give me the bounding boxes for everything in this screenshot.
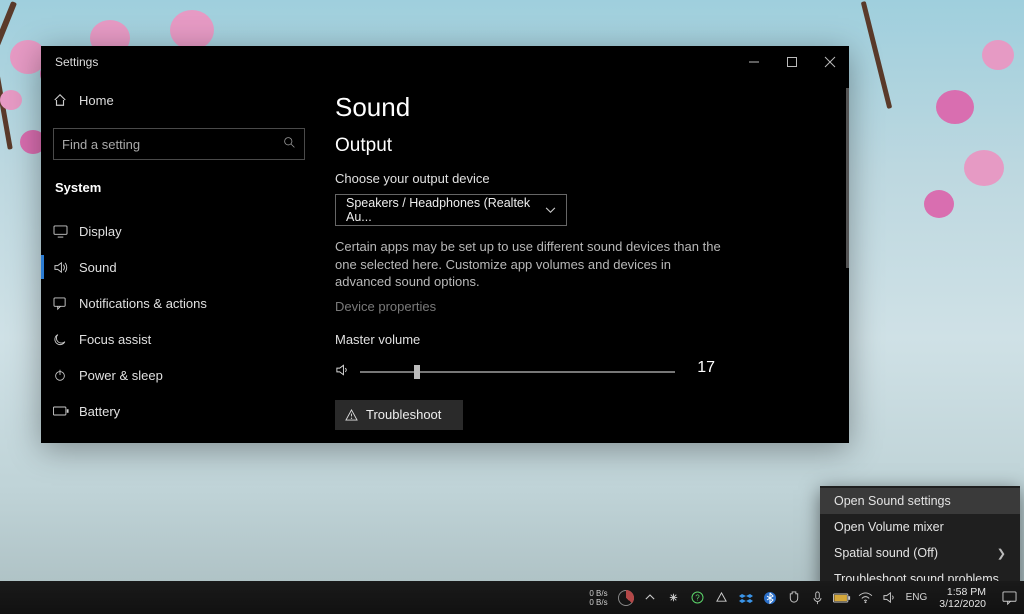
context-item-spatial-sound[interactable]: Spatial sound (Off) ❯ xyxy=(820,540,1020,566)
tray-wifi-icon[interactable] xyxy=(858,590,874,606)
tray-volume-icon[interactable] xyxy=(882,590,898,606)
battery-icon xyxy=(53,406,79,416)
tray-dropbox-icon[interactable] xyxy=(738,590,754,606)
system-tray: 0 B/s 0 B/s ? ENG 1:58 PM 3/12/2020 xyxy=(589,581,1024,614)
tray-sound-context-menu: Open Sound settings Open Volume mixer Sp… xyxy=(820,486,1020,594)
speaker-icon xyxy=(335,363,350,382)
tray-app-icon-1[interactable] xyxy=(666,590,682,606)
search-placeholder: Find a setting xyxy=(62,137,283,152)
tray-microphone-icon[interactable] xyxy=(810,590,826,606)
page-title: Sound xyxy=(335,92,831,123)
sidebar-item-battery[interactable]: Battery xyxy=(53,393,305,429)
section-title: Output xyxy=(335,135,831,157)
manage-sound-devices-link[interactable]: Manage sound devices xyxy=(335,442,831,443)
device-properties-link[interactable]: Device properties xyxy=(335,299,831,314)
tray-disk-usage-icon[interactable] xyxy=(618,590,634,606)
sidebar-item-label: Battery xyxy=(79,404,120,419)
context-item-label: Open Volume mixer xyxy=(834,520,944,534)
tray-clock[interactable]: 1:58 PM 3/12/2020 xyxy=(939,586,986,610)
search-input[interactable]: Find a setting xyxy=(53,128,305,160)
sidebar-item-notifications[interactable]: Notifications & actions xyxy=(53,285,305,321)
focus-assist-icon xyxy=(53,332,79,346)
sidebar-item-label: Focus assist xyxy=(79,332,151,347)
tray-language[interactable]: ENG xyxy=(906,592,928,603)
sidebar-item-sound[interactable]: Sound xyxy=(53,249,305,285)
wallpaper-flowers-right xyxy=(874,0,1024,260)
sidebar-item-label: Display xyxy=(79,224,122,239)
sidebar-item-display[interactable]: Display xyxy=(53,213,305,249)
chevron-right-icon: ❯ xyxy=(997,547,1006,560)
network-speed-indicator[interactable]: 0 B/s 0 B/s xyxy=(589,589,607,607)
output-device-label: Choose your output device xyxy=(335,171,831,186)
tray-action-center-icon[interactable] xyxy=(1000,590,1018,606)
context-item-label: Spatial sound (Off) xyxy=(834,546,938,560)
svg-text:?: ? xyxy=(695,594,700,603)
sidebar-item-label: Sound xyxy=(79,260,117,275)
output-description: Certain apps may be set up to use differ… xyxy=(335,238,725,291)
master-volume-value: 17 xyxy=(685,359,715,377)
titlebar[interactable]: Settings xyxy=(41,46,849,78)
home-label: Home xyxy=(79,93,114,108)
troubleshoot-label: Troubleshoot xyxy=(366,407,441,422)
warning-icon xyxy=(345,409,358,421)
power-icon xyxy=(53,368,79,382)
tray-app-icon-2[interactable] xyxy=(714,590,730,606)
tray-date: 3/12/2020 xyxy=(939,598,986,610)
output-device-value: Speakers / Headphones (Realtek Au... xyxy=(346,196,545,224)
display-icon xyxy=(53,225,79,238)
notifications-icon xyxy=(53,297,79,310)
maximize-button[interactable] xyxy=(773,46,811,78)
window-title: Settings xyxy=(55,55,98,69)
context-item-open-volume-mixer[interactable]: Open Volume mixer xyxy=(820,514,1020,540)
output-device-dropdown[interactable]: Speakers / Headphones (Realtek Au... xyxy=(335,194,567,226)
settings-window: Settings Home Find a set xyxy=(41,46,849,443)
sidebar-item-label: Notifications & actions xyxy=(79,296,207,311)
context-item-label: Open Sound settings xyxy=(834,494,951,508)
tray-help-icon[interactable]: ? xyxy=(690,590,706,606)
sidebar-item-label: Power & sleep xyxy=(79,368,163,383)
tray-bluetooth-icon[interactable] xyxy=(762,590,778,606)
context-item-open-sound-settings[interactable]: Open Sound settings xyxy=(820,488,1020,514)
minimize-button[interactable] xyxy=(735,46,773,78)
sound-icon xyxy=(53,261,79,274)
search-icon xyxy=(283,136,296,152)
sidebar: Home Find a setting System Display Sound xyxy=(41,78,317,443)
master-volume-slider[interactable] xyxy=(335,363,675,382)
tray-chevron-up-icon[interactable] xyxy=(642,590,658,606)
taskbar[interactable]: 0 B/s 0 B/s ? ENG 1:58 PM 3/12/2020 xyxy=(0,581,1024,614)
sidebar-item-focus-assist[interactable]: Focus assist xyxy=(53,321,305,357)
troubleshoot-button[interactable]: Troubleshoot xyxy=(335,400,463,430)
master-volume-label: Master volume xyxy=(335,332,831,347)
tray-battery-icon[interactable] xyxy=(834,590,850,606)
desktop: Settings Home Find a set xyxy=(0,0,1024,614)
sidebar-item-power-sleep[interactable]: Power & sleep xyxy=(53,357,305,393)
home-icon xyxy=(53,93,79,107)
close-button[interactable] xyxy=(811,46,849,78)
chevron-down-icon xyxy=(545,203,556,217)
home-nav[interactable]: Home xyxy=(53,82,305,118)
content-area: Sound Output Choose your output device S… xyxy=(317,78,849,443)
tray-power-icon[interactable] xyxy=(786,590,802,606)
tray-time: 1:58 PM xyxy=(947,586,986,598)
volume-thumb[interactable] xyxy=(414,365,420,379)
section-heading: System xyxy=(55,180,305,195)
